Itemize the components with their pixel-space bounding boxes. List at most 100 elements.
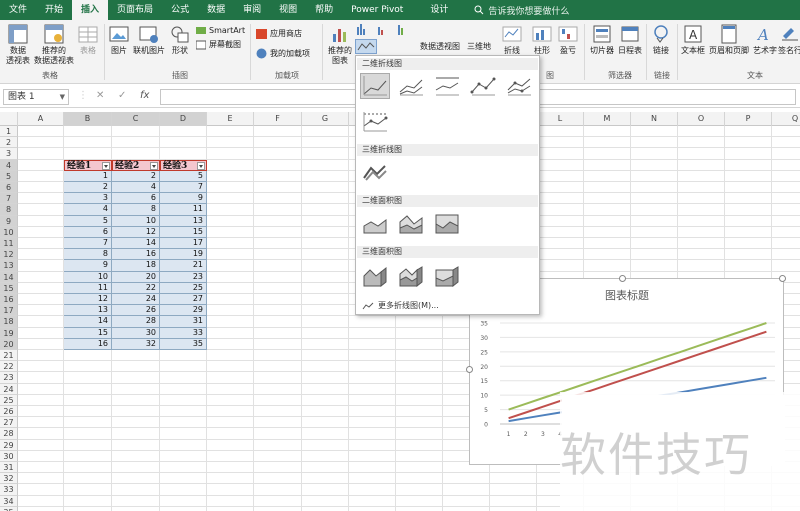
table-header-cell[interactable]: 经验3 [160, 159, 207, 171]
table-cell[interactable]: 35 [160, 338, 207, 350]
smartart-button[interactable]: SmartArt [196, 25, 245, 35]
picture-button[interactable]: 图片 [107, 24, 131, 56]
my-addins-button[interactable]: 我的加载项 [256, 48, 310, 59]
table-button[interactable]: 表格 [76, 24, 100, 56]
select-all-corner[interactable] [0, 112, 18, 126]
table-cell[interactable]: 7 [64, 238, 112, 250]
table-cell[interactable]: 16 [64, 338, 112, 350]
column-header-G[interactable]: G [302, 112, 349, 126]
table-cell[interactable]: 7 [160, 182, 207, 194]
function-icon[interactable]: fx [140, 90, 149, 101]
row-header[interactable]: 10 [0, 226, 18, 238]
table-cell[interactable]: 31 [160, 316, 207, 328]
row-header[interactable]: 30 [0, 450, 18, 462]
tell-me-search[interactable]: 告诉我你想要做什么 [474, 4, 569, 17]
gallery-item-3d-area[interactable] [360, 263, 390, 289]
table-cell[interactable]: 24 [112, 294, 160, 306]
row-header[interactable]: 16 [0, 294, 18, 306]
cancel-icon[interactable]: ✕ [96, 90, 104, 101]
tab-4[interactable]: 公式 [162, 0, 198, 20]
row-header[interactable]: 21 [0, 350, 18, 362]
table-cell[interactable]: 14 [64, 316, 112, 328]
enter-icon[interactable]: ✓ [118, 90, 126, 101]
table-cell[interactable]: 33 [160, 327, 207, 339]
row-header[interactable]: 1 [0, 126, 18, 138]
row-header[interactable]: 11 [0, 238, 18, 250]
row-header[interactable]: 4 [0, 159, 18, 171]
tab-1[interactable]: 开始 [36, 0, 72, 20]
tab-8[interactable]: 帮助 [306, 0, 342, 20]
row-header[interactable]: 25 [0, 394, 18, 406]
more-line-charts-link[interactable]: 更多折线图(M)... [362, 300, 439, 311]
table-cell[interactable]: 13 [160, 215, 207, 227]
table-cell[interactable]: 6 [112, 193, 160, 205]
row-header[interactable]: 7 [0, 193, 18, 205]
tab-9[interactable]: Power Pivot [342, 0, 412, 20]
table-cell[interactable]: 5 [64, 215, 112, 227]
row-header[interactable]: 19 [0, 327, 18, 339]
pivot-chart-button[interactable]: 数据透视图 [418, 42, 462, 52]
table-cell[interactable]: 2 [112, 170, 160, 182]
table-cell[interactable]: 9 [160, 193, 207, 205]
app-store-button[interactable]: 应用商店 [256, 28, 302, 39]
column-header-C[interactable]: C [112, 112, 160, 126]
row-header[interactable]: 17 [0, 305, 18, 317]
tab-5[interactable]: 数据 [198, 0, 234, 20]
chart-title[interactable]: 图表标题 [605, 288, 649, 302]
table-cell[interactable]: 29 [160, 305, 207, 317]
textbox-button[interactable]: A 文本框 [680, 24, 706, 56]
gallery-item-3d-stacked-area[interactable] [396, 263, 426, 289]
tab-0[interactable]: 文件 [0, 0, 36, 20]
table-header-cell[interactable]: 经验2 [112, 159, 160, 171]
row-header[interactable]: 34 [0, 495, 18, 507]
tab-7[interactable]: 视图 [270, 0, 306, 20]
row-header[interactable]: 2 [0, 137, 18, 149]
signature-line-button[interactable]: 签名行 [778, 24, 800, 56]
recommended-pivot-button[interactable]: 推荐的 数据透视表 [34, 24, 74, 66]
3d-map-button[interactable]: 三维地 [465, 42, 493, 52]
table-cell[interactable]: 13 [64, 305, 112, 317]
column-header-E[interactable]: E [207, 112, 254, 126]
link-button[interactable]: 链接 [649, 24, 673, 56]
table-cell[interactable]: 10 [64, 271, 112, 283]
gallery-item-100-stacked-area[interactable] [432, 211, 462, 237]
row-header[interactable]: 14 [0, 271, 18, 283]
column-header-O[interactable]: O [678, 112, 725, 126]
gallery-item-stacked-line[interactable] [396, 73, 426, 99]
tab-10[interactable]: 设计 [416, 0, 462, 20]
gallery-item-100-stacked-markers[interactable] [360, 109, 390, 135]
row-header[interactable]: 26 [0, 406, 18, 418]
tab-2[interactable]: 插入 [72, 0, 109, 20]
gallery-item-area[interactable] [360, 211, 390, 237]
table-cell[interactable]: 15 [160, 226, 207, 238]
row-header[interactable]: 33 [0, 484, 18, 496]
wordart-button[interactable]: A 艺术字 [752, 24, 778, 56]
row-header[interactable]: 8 [0, 204, 18, 216]
table-cell[interactable]: 6 [64, 226, 112, 238]
row-header[interactable]: 3 [0, 148, 18, 160]
column-header-Q[interactable]: Q [772, 112, 800, 126]
column-header-L[interactable]: L [537, 112, 584, 126]
table-cell[interactable]: 11 [160, 204, 207, 216]
pivot-table-button[interactable]: 数据 透视表 [3, 24, 33, 66]
table-cell[interactable]: 8 [112, 204, 160, 216]
row-header[interactable]: 22 [0, 361, 18, 373]
row-header[interactable]: 9 [0, 215, 18, 227]
table-cell[interactable]: 22 [112, 282, 160, 294]
name-box[interactable]: 图表 1 ▼ [3, 89, 69, 105]
table-cell[interactable]: 23 [160, 271, 207, 283]
row-header[interactable]: 6 [0, 182, 18, 194]
row-header[interactable]: 18 [0, 316, 18, 328]
table-cell[interactable]: 4 [112, 182, 160, 194]
row-header[interactable]: 29 [0, 439, 18, 451]
table-cell[interactable]: 8 [64, 249, 112, 261]
online-picture-button[interactable]: 联机图片 [132, 24, 166, 56]
gallery-item-line-markers[interactable] [468, 73, 498, 99]
tab-3[interactable]: 页面布局 [108, 0, 162, 20]
line-chart-button[interactable] [355, 39, 377, 54]
row-header[interactable]: 15 [0, 282, 18, 294]
chevron-down-icon[interactable]: ▼ [60, 90, 65, 104]
row-header[interactable]: 28 [0, 428, 18, 440]
column-header-B[interactable]: B [64, 112, 112, 126]
slicer-button[interactable]: 切片器 [588, 24, 616, 56]
